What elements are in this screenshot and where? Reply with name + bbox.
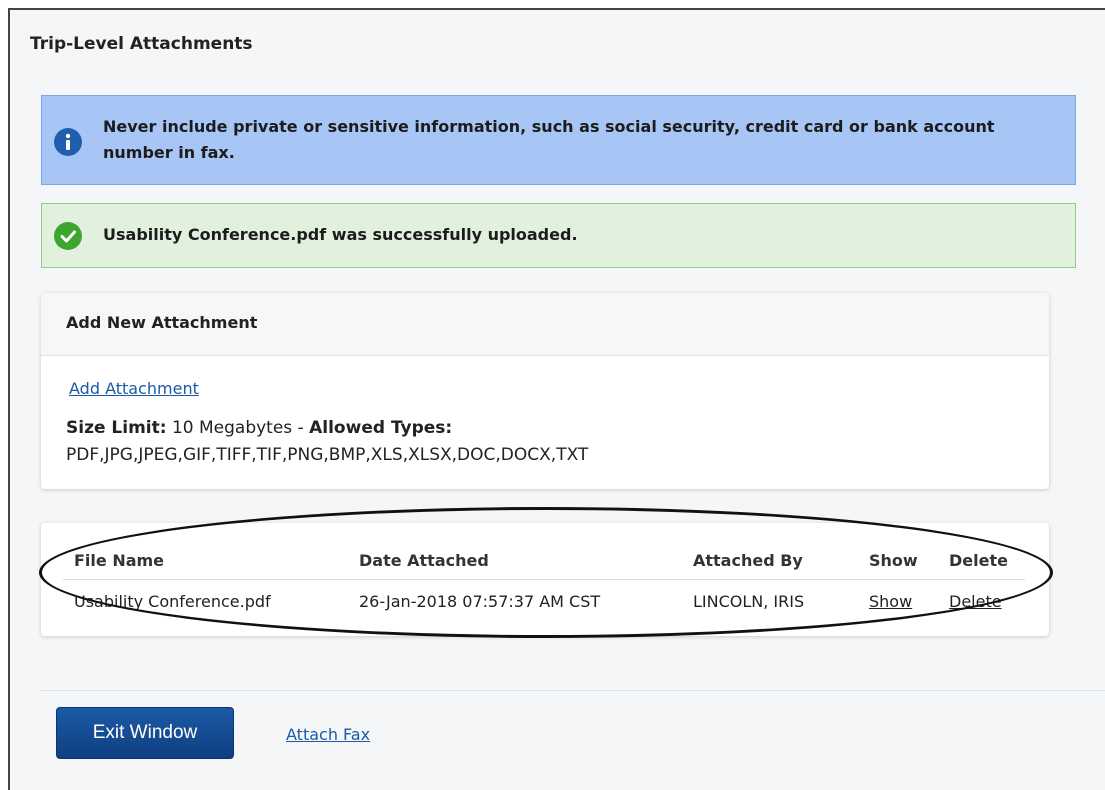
size-limit-separator: - [297,418,304,438]
column-header-date-attached: Date Attached [359,551,489,570]
exit-window-button[interactable]: Exit Window [56,707,234,759]
attachments-table-card: File Name Date Attached Attached By Show… [41,523,1049,636]
allowed-types-label: Allowed Types: [309,418,453,438]
table-header-row: File Name Date Attached Attached By Show… [63,543,1025,580]
show-link[interactable]: Show [869,592,912,611]
add-attachment-header: Add New Attachment [41,293,1049,356]
add-attachment-link[interactable]: Add Attachment [69,379,199,398]
add-attachment-card: Add New Attachment Add Attachment Size L… [41,293,1049,489]
allowed-types-value: PDF,JPG,JPEG,GIF,TIFF,TIF,PNG,BMP,XLS,XL… [66,445,589,465]
info-alert: Never include private or sensitive infor… [41,95,1076,185]
column-header-file-name: File Name [74,551,165,570]
table-row: Usability Conference.pdf 26-Jan-2018 07:… [63,580,1025,616]
delete-link[interactable]: Delete [949,592,1002,611]
size-limit-label: Size Limit: [66,418,167,438]
info-alert-text: Never include private or sensitive infor… [103,117,995,162]
size-limit-line: Size Limit: 10 Megabytes - Allowed Types… [66,418,452,438]
attached-by-cell: LINCOLN, IRIS [693,592,805,611]
column-header-show: Show [869,551,918,570]
file-name-cell: Usability Conference.pdf [74,592,271,611]
attach-fax-link[interactable]: Attach Fax [286,725,370,744]
info-icon [54,128,82,156]
attachments-window: Trip-Level Attachments Never include pri… [8,8,1105,790]
add-attachment-title: Add New Attachment [66,313,258,332]
page-title: Trip-Level Attachments [30,34,253,54]
column-header-delete: Delete [949,551,1008,570]
success-alert-text: Usability Conference.pdf was successfull… [103,225,578,244]
footer-divider [41,690,1105,691]
date-attached-cell: 26-Jan-2018 07:57:37 AM CST [359,592,601,611]
checkmark-icon [54,222,82,250]
attachments-table: File Name Date Attached Attached By Show… [63,543,1025,616]
size-limit-value: 10 Megabytes [171,418,293,438]
column-header-attached-by: Attached By [693,551,803,570]
success-alert: Usability Conference.pdf was successfull… [41,203,1076,268]
